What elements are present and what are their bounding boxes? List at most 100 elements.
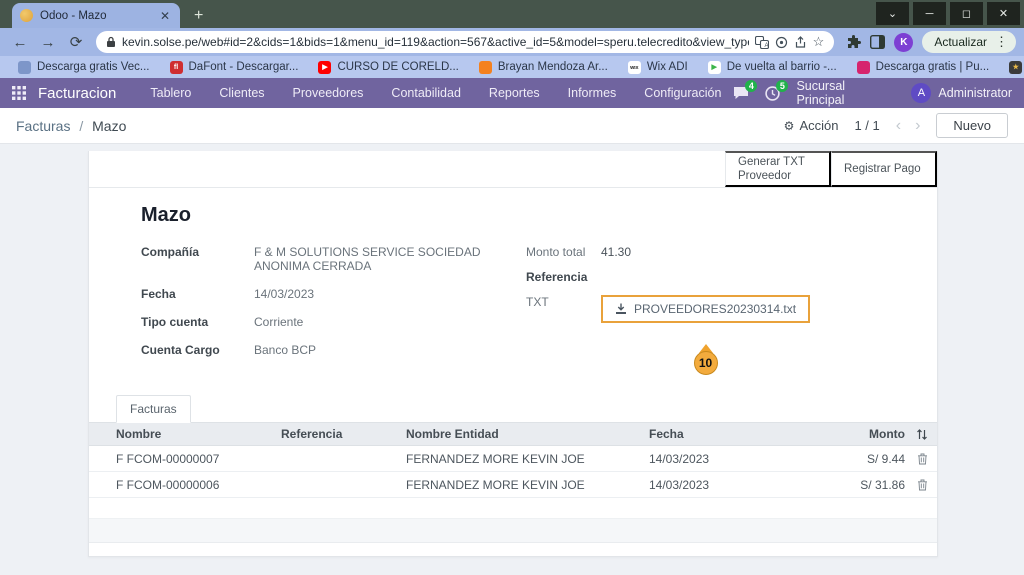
bookmark-item[interactable]: Descarga gratis | Pu...: [849, 61, 998, 74]
browser-tab[interactable]: Odoo - Mazo ✕: [12, 3, 180, 28]
apps-menu-icon[interactable]: [12, 86, 26, 100]
toolbar-right: K Actualizar ⋮: [842, 31, 1016, 53]
form-card: Generar TXT Proveedor Registrar Pago Maz…: [88, 151, 938, 557]
form-field-row: Fecha 14/03/2023: [141, 287, 526, 301]
refresh-icon[interactable]: ⟳: [64, 35, 88, 50]
back-icon[interactable]: ←: [8, 35, 32, 50]
form-field-row: Compañía F & M SOLUTIONS SERVICE SOCIEDA…: [141, 245, 526, 273]
field-value[interactable]: Corriente: [254, 315, 303, 329]
bookmark-item[interactable]: Brayan Mendoza Ar...: [471, 61, 616, 74]
browser-titlebar: Odoo - Mazo ✕ + ⌄ ─ ◻ ✕: [0, 0, 1024, 28]
site-controls-icon[interactable]: [775, 36, 788, 49]
new-tab-button[interactable]: +: [194, 8, 203, 24]
delete-row-icon[interactable]: [905, 479, 939, 491]
bookmark-favicon-icon: fl: [170, 61, 183, 74]
cell-entidad: FERNANDEZ MORE KEVIN JOE: [406, 478, 649, 492]
gear-icon: ⚙: [784, 119, 795, 133]
field-value[interactable]: 14/03/2023: [254, 287, 314, 301]
bookmark-item[interactable]: Descarga gratis Vec...: [10, 61, 158, 74]
monto-total-value: 41.30: [601, 245, 631, 259]
txt-annotation-wrapper: PROVEEDORES20230314.txt 10: [601, 295, 810, 323]
navbar-right: 4 5 Sucursal Principal A Administrator: [733, 79, 1012, 107]
messages-button[interactable]: 4: [733, 86, 749, 100]
txt-filename: PROVEEDORES20230314.txt: [634, 302, 796, 316]
form-header-button[interactable]: Registrar Pago: [831, 151, 937, 187]
activities-badge: 5: [776, 80, 788, 92]
menu-item[interactable]: Reportes: [477, 82, 552, 104]
table-row[interactable]: F FCOM-00000007 FERNANDEZ MORE KEVIN JOE…: [89, 446, 937, 472]
menu-item[interactable]: Proveedores: [281, 82, 376, 104]
menu-item[interactable]: Tablero: [138, 82, 203, 104]
header-referencia[interactable]: Referencia: [281, 427, 406, 441]
translate-icon[interactable]: A: [755, 36, 769, 49]
bookmark-star-icon[interactable]: ☆: [813, 34, 825, 50]
extensions-icon[interactable]: [846, 35, 861, 50]
side-panel-icon[interactable]: [870, 35, 885, 49]
pager-next-icon[interactable]: ›: [915, 117, 920, 135]
bookmark-item[interactable]: ▶ CURSO DE CORELD...: [310, 61, 466, 74]
breadcrumb-facturas-link[interactable]: Facturas: [16, 118, 70, 134]
activities-button[interactable]: 5: [765, 86, 780, 101]
table-row[interactable]: F FCOM-00000006 FERNANDEZ MORE KEVIN JOE…: [89, 472, 937, 498]
form-header-button[interactable]: Generar TXT Proveedor: [725, 151, 831, 187]
top-menu: Tablero Clientes Proveedores Contabilida…: [138, 82, 733, 104]
menu-item[interactable]: Informes: [556, 82, 629, 104]
svg-text:A: A: [764, 43, 768, 49]
cell-fecha: 14/03/2023: [649, 452, 789, 466]
user-menu[interactable]: A Administrator: [911, 83, 1012, 103]
tab-title: Odoo - Mazo: [40, 10, 151, 22]
close-button[interactable]: ✕: [987, 2, 1020, 25]
txt-label: TXT: [526, 295, 601, 309]
delete-row-icon[interactable]: [905, 453, 939, 465]
forward-icon[interactable]: →: [36, 35, 60, 50]
company-switcher[interactable]: Sucursal Principal: [796, 79, 895, 107]
action-menu-button[interactable]: ⚙ Acción: [784, 118, 839, 133]
bookmark-favicon-icon: ★: [1009, 61, 1022, 74]
new-record-button[interactable]: Nuevo: [936, 113, 1008, 138]
cell-entidad: FERNANDEZ MORE KEVIN JOE: [406, 452, 649, 466]
update-button[interactable]: Actualizar ⋮: [922, 31, 1016, 53]
form-sheet: Mazo Compañía F & M SOLUTIONS SERVICE SO…: [89, 188, 937, 371]
bookmark-item[interactable]: ▶ De vuelta al barrio -...: [700, 61, 845, 74]
header-fecha[interactable]: Fecha: [649, 427, 789, 441]
tab-search-button[interactable]: ⌄: [876, 2, 909, 25]
header-nombre[interactable]: Nombre: [89, 427, 281, 441]
menu-item[interactable]: Contabilidad: [379, 82, 473, 104]
header-entidad[interactable]: Nombre Entidad: [406, 427, 649, 441]
left-field-column: Compañía F & M SOLUTIONS SERVICE SOCIEDA…: [141, 245, 526, 371]
field-value[interactable]: Banco BCP: [254, 343, 316, 357]
share-icon[interactable]: [794, 36, 807, 49]
minimize-button[interactable]: ─: [913, 2, 946, 25]
menu-item[interactable]: Configuración: [632, 82, 733, 104]
menu-item[interactable]: Clientes: [207, 82, 276, 104]
pager-prev-icon[interactable]: ‹: [896, 117, 901, 135]
field-value[interactable]: F & M SOLUTIONS SERVICE SOCIEDAD ANONIMA…: [254, 245, 526, 273]
main-content: Generar TXT Proveedor Registrar Pago Maz…: [0, 144, 1024, 575]
annotation-arrow-icon: [699, 327, 713, 349]
url-text: kevin.solse.pe/web#id=2&cids=1&bids=1&me…: [122, 35, 749, 49]
monto-total-row: Monto total 41.30: [526, 245, 926, 259]
browser-menu-icon[interactable]: ⋮: [995, 34, 1008, 50]
tab-facturas[interactable]: Facturas: [116, 395, 191, 423]
address-bar[interactable]: kevin.solse.pe/web#id=2&cids=1&bids=1&me…: [96, 31, 834, 53]
facturas-table: Nombre Referencia Nombre Entidad Fecha M…: [89, 423, 937, 543]
header-monto[interactable]: Monto: [789, 427, 905, 441]
lock-icon[interactable]: [106, 36, 116, 48]
annotation-number-badge: 10: [694, 351, 718, 375]
bookmark-item[interactable]: fl DaFont - Descargar...: [162, 61, 307, 74]
app-name[interactable]: Facturacion: [38, 85, 116, 102]
cell-nombre: F FCOM-00000007: [89, 452, 281, 466]
maximize-button[interactable]: ◻: [950, 2, 983, 25]
txt-download-link[interactable]: PROVEEDORES20230314.txt: [601, 295, 810, 323]
odoo-navbar: Facturacion Tablero Clientes Proveedores…: [0, 78, 1024, 108]
tab-close-icon[interactable]: ✕: [158, 9, 172, 23]
breadcrumb-current: Mazo: [92, 118, 126, 134]
bookmark-item[interactable]: ★ Punto de venta Ven...: [1001, 61, 1024, 74]
pager-arrows: ‹ ›: [896, 117, 921, 135]
browser-toolbar: ← → ⟳ kevin.solse.pe/web#id=2&cids=1&bid…: [0, 28, 1024, 56]
breadcrumb: Facturas / Mazo: [16, 118, 784, 134]
bookmark-item[interactable]: WIX Wix ADI: [620, 61, 696, 74]
referencia-row: Referencia: [526, 270, 926, 284]
profile-avatar[interactable]: K: [894, 33, 913, 52]
optional-columns-icon[interactable]: [905, 429, 939, 440]
